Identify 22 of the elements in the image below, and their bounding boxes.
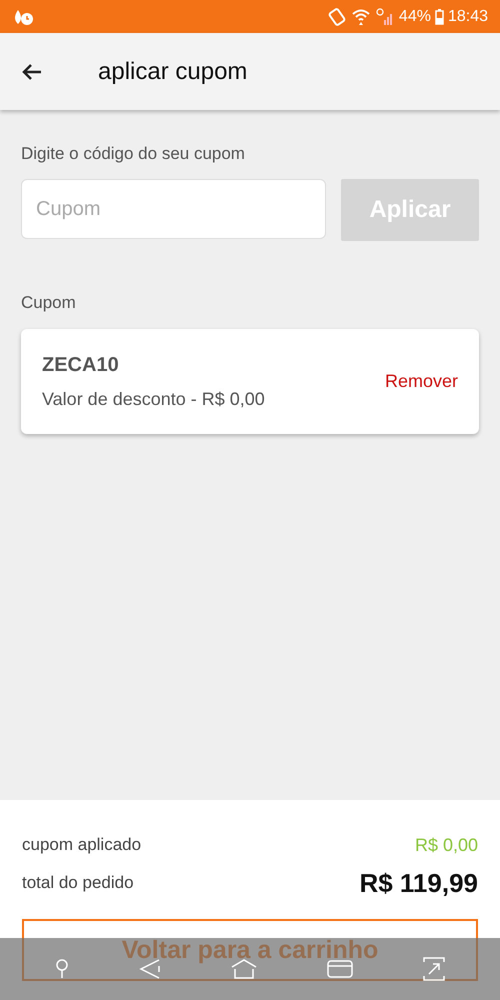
summary-value: R$ 119,99 <box>359 868 478 898</box>
wifi-icon <box>350 8 371 26</box>
back-nav-icon[interactable] <box>139 958 161 980</box>
pin-icon[interactable] <box>55 959 69 979</box>
coupon-field[interactable]: Cupom <box>21 179 326 239</box>
signal-icon <box>374 8 395 26</box>
battery-icon <box>434 8 444 24</box>
app-notification-icon <box>12 8 36 26</box>
coupon-code: ZECA10 <box>42 354 120 376</box>
recents-icon[interactable] <box>327 959 353 979</box>
clock: 18:43 <box>448 8 488 26</box>
summary-value: R$ 0,00 <box>414 834 478 856</box>
discount-text: Valor de desconto - R$ 0,00 <box>42 388 266 410</box>
section-heading: Cupom <box>21 293 77 313</box>
page-title: aplicar cupom <box>98 58 248 86</box>
rotate-icon <box>326 8 347 26</box>
expand-icon[interactable] <box>423 956 445 982</box>
summary-label: cupom aplicado <box>22 835 142 855</box>
remove-button[interactable]: Remover <box>384 371 458 392</box>
summary-label: total do pedido <box>22 873 134 893</box>
battery-percent: 44% <box>398 8 431 26</box>
field-label: Digite o código do seu cupom <box>21 144 246 164</box>
